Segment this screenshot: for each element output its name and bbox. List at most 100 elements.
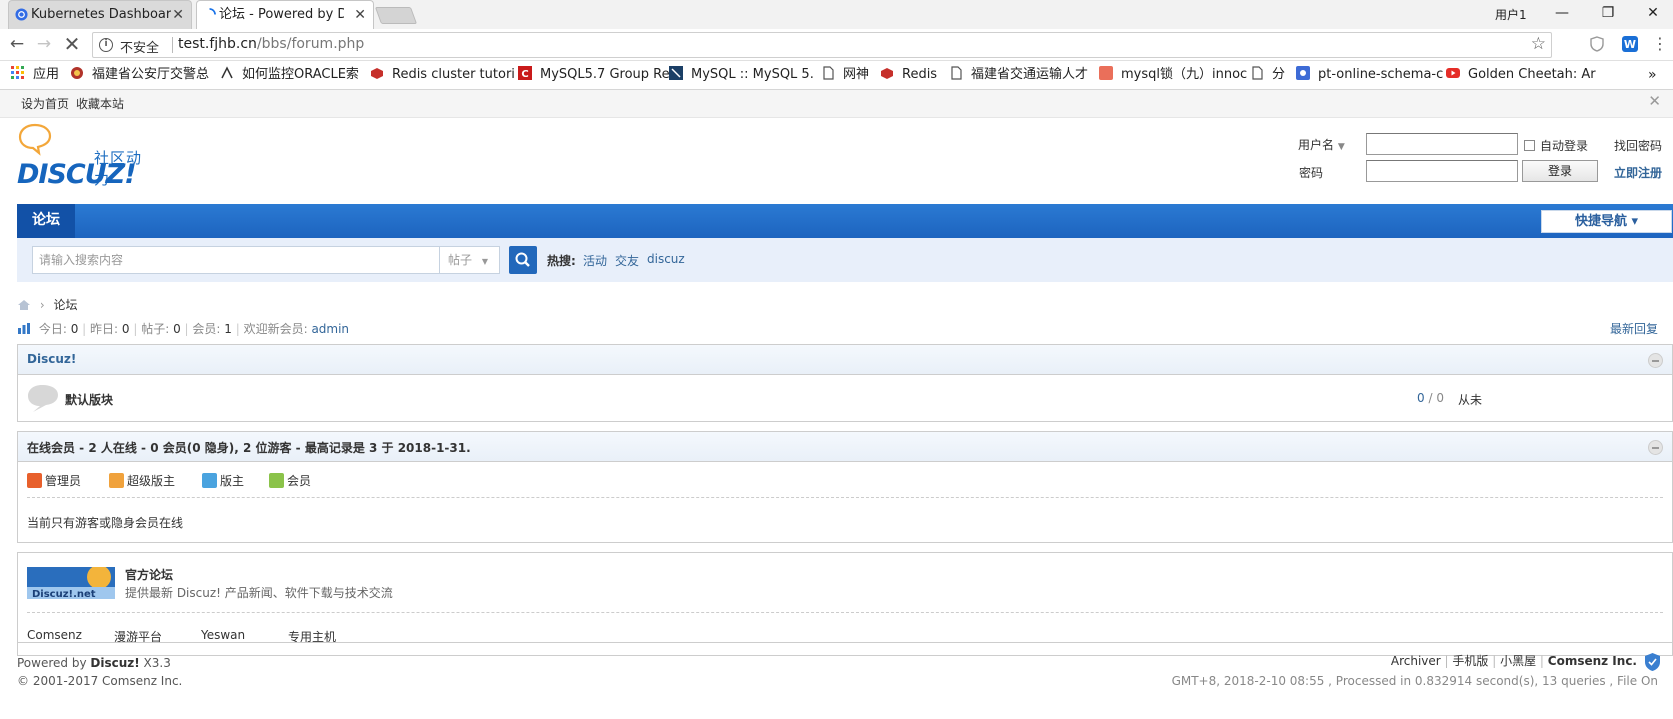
discuz-logo[interactable]: 社区动力 DISCUZ!	[17, 123, 147, 190]
shield-extension-icon[interactable]	[1588, 35, 1606, 53]
bookmark-item[interactable]: 如何监控ORACLE索	[220, 61, 359, 89]
site-icon	[1296, 66, 1310, 80]
stop-icon[interactable]: ✕	[60, 33, 84, 57]
maximize-button[interactable]: ❐	[1586, 0, 1630, 28]
collapse-icon[interactable]	[1648, 440, 1663, 455]
forum-bubble-icon	[28, 385, 58, 412]
bookmark-item[interactable]: pt-online-schema-c	[1296, 61, 1443, 89]
tab-forum[interactable]: 论坛 - Powered by Disc ✕	[196, 0, 374, 29]
bookmark-item[interactable]: Redis cluster tutori	[370, 61, 515, 89]
apps-grid-icon	[11, 66, 24, 79]
shield-badge-icon[interactable]	[1644, 652, 1661, 672]
forward-icon[interactable]: →	[32, 33, 56, 57]
bookmark-label: Redis cluster tutori	[392, 67, 515, 82]
password-input[interactable]	[1366, 160, 1518, 182]
info-icon[interactable]: i	[99, 38, 113, 52]
comsenz-link[interactable]: Comsenz Inc.	[1548, 654, 1637, 668]
bookmark-item[interactable]: C MySQL5.7 Group Re	[518, 61, 670, 89]
home-icon[interactable]	[17, 299, 31, 311]
online-title[interactable]: 在线会员 - 2 人在线 - 0 会员(0 隐身), 2 位游客 - 最高记录是…	[27, 439, 471, 456]
stat-label: 欢迎新会员:	[243, 322, 312, 336]
page-icon	[951, 66, 962, 80]
archiver-link[interactable]: Archiver	[1391, 654, 1441, 668]
legend-moderator: 版主	[202, 472, 244, 489]
nav-forum-tab[interactable]: 论坛	[17, 204, 75, 238]
mysql-icon	[669, 66, 683, 80]
powered-name-link[interactable]: Discuz!	[90, 656, 139, 670]
search-button[interactable]	[509, 246, 537, 274]
post-count: 0	[1436, 391, 1444, 405]
bookmark-item[interactable]: 福建省公安厅交警总	[70, 61, 209, 89]
bookmark-star-icon[interactable]: ☆	[1531, 34, 1546, 54]
auto-login-checkbox[interactable]	[1524, 140, 1535, 151]
online-empty-text: 当前只有游客或隐身会员在线	[27, 516, 184, 530]
close-topbar-icon[interactable]: ✕	[1648, 92, 1661, 110]
browser-toolbar: ← → ✕ i 不安全 test.fjhb.cn/bbs/forum.php ☆…	[0, 29, 1673, 61]
super-moderator-user-icon	[109, 473, 124, 488]
powered-by: Powered by Discuz! X3.3	[17, 656, 171, 670]
register-link[interactable]: 立即注册	[1614, 164, 1662, 181]
close-window-button[interactable]: ✕	[1631, 0, 1673, 28]
bookmark-site-link[interactable]: 收藏本站	[76, 95, 124, 112]
username-input[interactable]	[1366, 133, 1518, 155]
window-user-label[interactable]: 用户1	[1495, 6, 1527, 23]
bookmark-apps[interactable]: 应用	[11, 61, 59, 89]
legend-label: 超级版主	[127, 474, 176, 488]
discuz-net-logo[interactable]: Discuz!.net	[27, 567, 115, 599]
tab-close-icon[interactable]: ✕	[172, 1, 184, 29]
bookmarks-more-button[interactable]: »	[1648, 61, 1657, 89]
version: X3.3	[143, 656, 171, 670]
tab-title: 论坛 - Powered by Disc	[219, 7, 344, 22]
forum-stats: 今日: 0 | 昨日: 0 | 帖子: 0 | 会员: 1 | 欢迎新会员: a…	[17, 320, 349, 338]
stat-label: 昨日:	[90, 322, 122, 336]
latest-reply-link[interactable]: 最新回复	[1610, 320, 1658, 337]
auto-login-label[interactable]: 自动登录	[1540, 137, 1588, 154]
bookmark-item[interactable]: 网神	[821, 61, 869, 89]
loading-spinner-icon	[209, 8, 216, 15]
url-text[interactable]: test.fjhb.cn/bbs/forum.php	[178, 36, 364, 52]
category-title[interactable]: Discuz!	[27, 352, 76, 366]
menu-icon[interactable]: ⋮	[1648, 33, 1672, 57]
set-home-link[interactable]: 设为首页	[21, 95, 69, 112]
quick-nav-button[interactable]: 快捷导航 ▾	[1541, 210, 1672, 233]
bookmark-item[interactable]: 福建省交通运输人才	[949, 61, 1088, 89]
partner-link[interactable]: Comsenz	[27, 628, 82, 642]
bookmark-item[interactable]: mysql锁（九）innoc	[1099, 61, 1247, 89]
new-tab-button[interactable]	[374, 7, 418, 24]
login-button[interactable]: 登录	[1522, 160, 1598, 182]
tab-close-icon[interactable]: ✕	[354, 1, 366, 29]
stat-label: 今日:	[38, 322, 71, 336]
partner-link[interactable]: Yeswan	[201, 628, 245, 642]
address-bar[interactable]: i 不安全 test.fjhb.cn/bbs/forum.php ☆	[92, 32, 1552, 58]
collapse-icon[interactable]	[1648, 353, 1663, 368]
forum-name-link[interactable]: 默认版块	[65, 391, 113, 408]
site-icon	[221, 66, 233, 79]
breadcrumb-current[interactable]: 论坛	[53, 298, 77, 312]
username-label[interactable]: 用户名 ▼	[1298, 136, 1345, 153]
mobile-link[interactable]: 手机版	[1452, 654, 1488, 668]
tab-kubernetes-dashboard[interactable]: Kubernetes Dashboard ✕	[8, 0, 192, 29]
hot-search-link[interactable]: 交友	[615, 252, 639, 269]
w-extension-icon[interactable]: W	[1621, 35, 1639, 53]
search-input[interactable]: 请输入搜索内容	[32, 246, 440, 274]
bookmark-label: Redis	[902, 67, 938, 82]
main-nav: 论坛 快捷导航 ▾	[17, 204, 1673, 238]
discuz-net-logo-text: Discuz!.net	[32, 589, 96, 599]
blacklist-link[interactable]: 小黑屋	[1500, 654, 1536, 668]
hot-search-link[interactable]: discuz	[647, 252, 685, 266]
bookmark-item[interactable]: 分	[1250, 61, 1285, 89]
minimize-button[interactable]: —	[1540, 0, 1584, 28]
bookmark-item[interactable]: Golden Cheetah: Ar	[1446, 61, 1596, 89]
bookmark-item[interactable]: Redis	[880, 61, 937, 89]
back-icon[interactable]: ←	[5, 33, 29, 57]
category-header: Discuz!	[18, 345, 1672, 375]
find-password-link[interactable]: 找回密码	[1614, 137, 1662, 154]
hot-search-link[interactable]: 活动	[583, 252, 607, 269]
official-forum-link[interactable]: 官方论坛	[125, 566, 173, 583]
bookmark-item[interactable]: MySQL :: MySQL 5.	[669, 61, 814, 89]
thread-count: 0	[1417, 391, 1425, 405]
security-label[interactable]: 不安全	[120, 37, 159, 56]
official-forum-desc: 提供最新 Discuz! 产品新闻、软件下载与技术交流	[125, 586, 393, 600]
search-type-select[interactable]: 帖子 ▼	[440, 246, 500, 274]
newest-member-link[interactable]: admin	[311, 322, 349, 336]
